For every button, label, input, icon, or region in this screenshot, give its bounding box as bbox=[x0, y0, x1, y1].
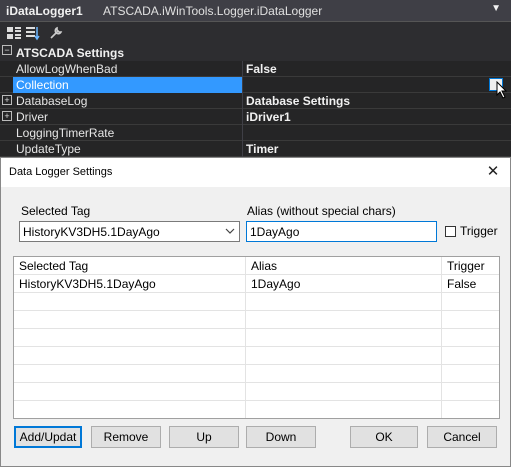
expand-icon[interactable]: + bbox=[2, 111, 12, 121]
property-grid: iDataLogger1 ATSCADA.iWinTools.Logger.iD… bbox=[0, 0, 511, 160]
grid-header-row: Selected Tag Alias Trigger bbox=[14, 257, 499, 275]
cell-alias: 1DayAgo bbox=[246, 275, 442, 293]
trigger-checkbox[interactable] bbox=[445, 226, 456, 237]
property-name: DatabaseLog bbox=[16, 94, 88, 108]
property-name: AllowLogWhenBad bbox=[16, 62, 118, 76]
empty-row bbox=[14, 383, 499, 401]
ok-button[interactable]: OK bbox=[350, 426, 418, 448]
chevron-down-icon[interactable]: ▼ bbox=[491, 3, 501, 14]
object-type: ATSCADA.iWinTools.Logger.iDataLogger bbox=[103, 4, 323, 18]
data-logger-settings-dialog: Data Logger Settings ✕ Selected Tag Alia… bbox=[0, 157, 511, 467]
property-value[interactable]: iDriver1 bbox=[246, 110, 291, 124]
selected-tag-combobox[interactable]: HistoryKV3DH5.1DayAgo bbox=[19, 221, 240, 242]
chevron-down-icon[interactable] bbox=[225, 224, 235, 241]
up-button[interactable]: Up bbox=[169, 426, 239, 448]
alias-label: Alias (without special chars) bbox=[247, 204, 396, 218]
cell-trigger: False bbox=[447, 277, 477, 291]
object-name: iDataLogger1 bbox=[6, 4, 83, 18]
empty-row bbox=[14, 365, 499, 383]
remove-button[interactable]: Remove bbox=[91, 426, 161, 448]
property-name: Driver bbox=[16, 110, 48, 124]
selected-tag-value: HistoryKV3DH5.1DayAgo bbox=[23, 225, 160, 239]
add-update-button[interactable]: Add/Updat bbox=[14, 426, 82, 448]
empty-row bbox=[14, 329, 499, 347]
expand-icon[interactable]: + bbox=[2, 95, 12, 105]
selected-tag-label: Selected Tag bbox=[21, 204, 91, 218]
alias-value: 1DayAgo bbox=[250, 225, 300, 239]
property-value[interactable]: False bbox=[246, 62, 277, 76]
cell-selected-tag: HistoryKV3DH5.1DayAgo bbox=[14, 275, 246, 293]
empty-row bbox=[14, 347, 499, 365]
alphabetical-icon[interactable] bbox=[25, 25, 41, 41]
category-label: ATSCADA Settings bbox=[16, 46, 124, 60]
property-row-allowlogwhenbad[interactable]: AllowLogWhenBad False bbox=[0, 61, 511, 77]
empty-row bbox=[14, 401, 499, 418]
property-row-driver[interactable]: + Driver iDriver1 bbox=[0, 109, 511, 125]
property-name: Collection bbox=[16, 78, 69, 92]
alias-input[interactable]: 1DayAgo bbox=[246, 221, 437, 242]
property-row-loggingtimerrate[interactable]: LoggingTimerRate bbox=[0, 125, 511, 141]
table-row[interactable]: HistoryKV3DH5.1DayAgo 1DayAgo False bbox=[14, 275, 499, 293]
property-name: LoggingTimerRate bbox=[16, 126, 115, 140]
dialog-title: Data Logger Settings bbox=[9, 166, 113, 178]
close-icon[interactable]: ✕ bbox=[480, 160, 506, 184]
dialog-titlebar[interactable]: Data Logger Settings ✕ bbox=[1, 158, 510, 187]
header-alias[interactable]: Alias bbox=[246, 257, 442, 275]
down-button[interactable]: Down bbox=[246, 426, 316, 448]
property-row-databaselog[interactable]: + DatabaseLog Database Settings bbox=[0, 93, 511, 109]
property-name: UpdateType bbox=[16, 142, 81, 156]
property-value[interactable]: Database Settings bbox=[246, 94, 350, 108]
header-trigger[interactable]: Trigger bbox=[442, 257, 499, 275]
categorized-icon[interactable] bbox=[6, 25, 22, 41]
property-value[interactable]: Timer bbox=[246, 142, 278, 156]
category-header[interactable]: − ATSCADA Settings bbox=[0, 44, 511, 61]
collapse-icon[interactable]: − bbox=[2, 45, 12, 55]
property-pages-icon[interactable] bbox=[48, 25, 64, 41]
header-selected-tag[interactable]: Selected Tag bbox=[14, 257, 246, 275]
empty-row bbox=[14, 293, 499, 311]
trigger-label[interactable]: Trigger bbox=[460, 224, 498, 238]
tags-grid[interactable]: Selected Tag Alias Trigger HistoryKV3DH5… bbox=[13, 256, 500, 419]
property-row-collection[interactable]: Collection bbox=[0, 77, 511, 99]
property-row-updatetype[interactable]: UpdateType Timer bbox=[0, 141, 511, 157]
object-selector[interactable]: iDataLogger1 ATSCADA.iWinTools.Logger.iD… bbox=[0, 0, 511, 22]
empty-row bbox=[14, 311, 499, 329]
property-toolbar bbox=[0, 22, 511, 44]
cancel-button[interactable]: Cancel bbox=[427, 426, 497, 448]
